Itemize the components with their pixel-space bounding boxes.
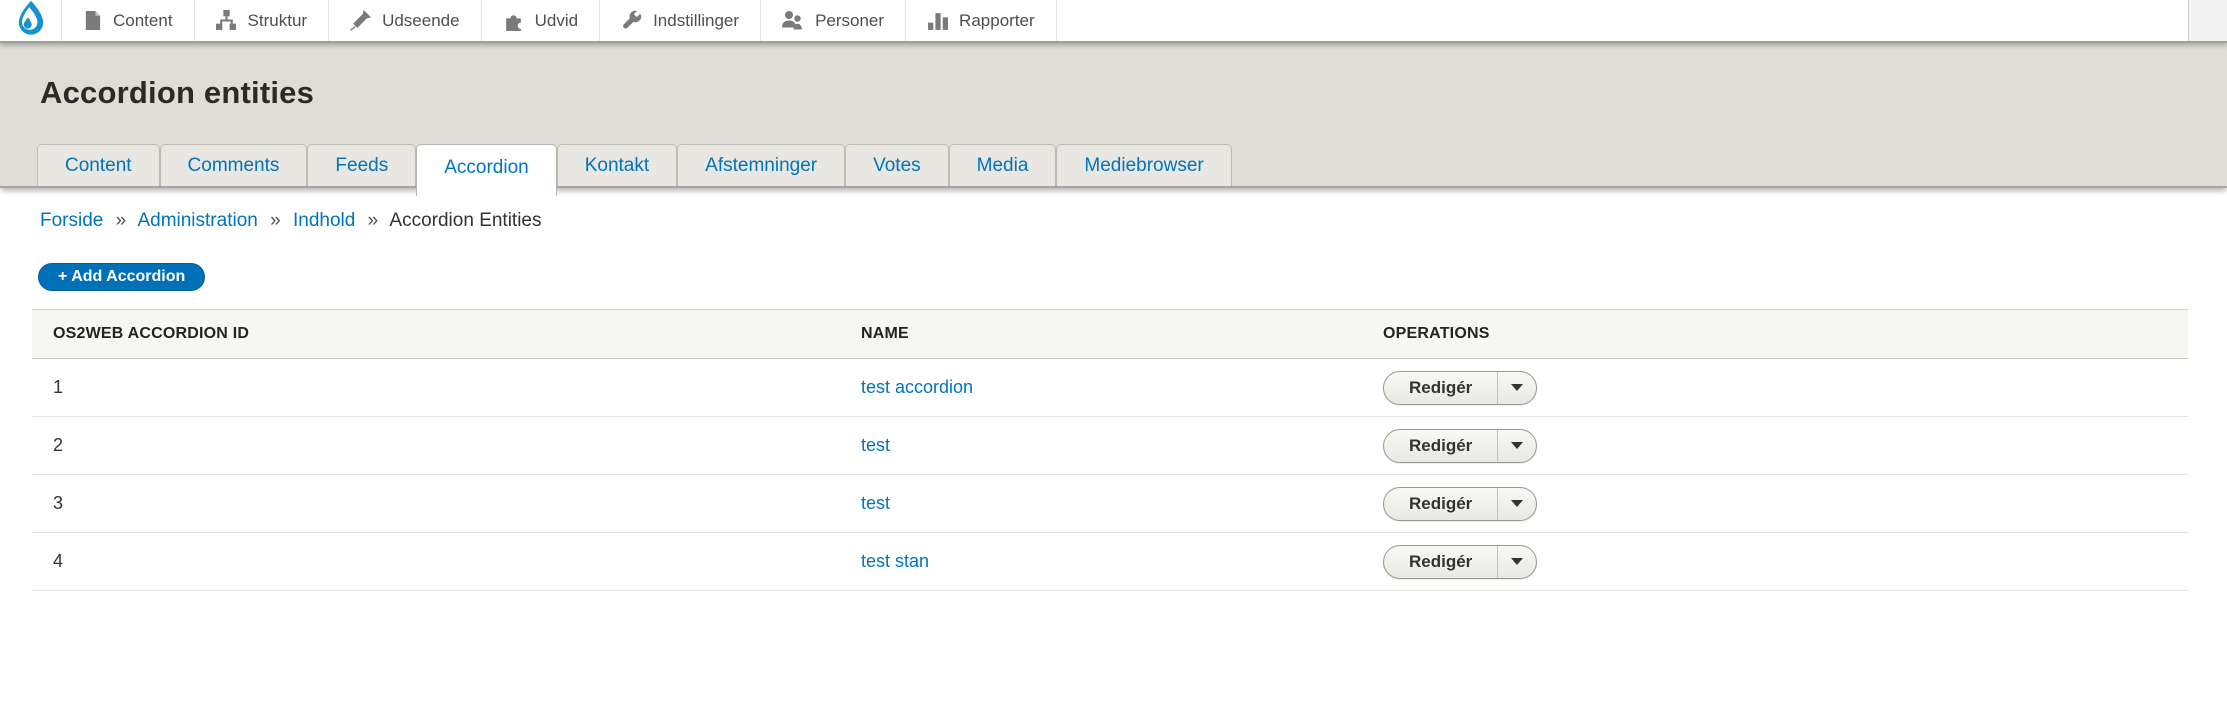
breadcrumb-separator: »: [368, 210, 379, 231]
toolbar-item-rapporter[interactable]: Rapporter: [906, 0, 1057, 41]
users-icon: [782, 10, 804, 31]
dropdown-toggle-button[interactable]: [1498, 372, 1536, 404]
scrollbar-track[interactable]: [2188, 0, 2227, 41]
rediger-button[interactable]: Redigér: [1384, 372, 1498, 404]
toolbar-item-label: Rapporter: [959, 11, 1035, 31]
table-row: 2 test Redigér: [32, 417, 2188, 475]
tab-content[interactable]: Content: [37, 144, 160, 186]
toolbar-item-label: Udvid: [535, 11, 578, 31]
toolbar-item-content[interactable]: Content: [62, 0, 195, 41]
page-title: Accordion entities: [0, 43, 2227, 111]
bar-chart-icon: [927, 10, 948, 31]
toolbar-item-struktur[interactable]: Struktur: [195, 0, 330, 41]
accordion-name-link[interactable]: test stan: [861, 551, 929, 571]
caret-down-icon: [1511, 442, 1523, 449]
operations-dropbutton: Redigér: [1383, 487, 1537, 521]
tab-afstemninger[interactable]: Afstemninger: [677, 144, 845, 186]
accordion-name-link[interactable]: test: [861, 493, 890, 513]
toolbar-item-label: Personer: [815, 11, 884, 31]
toolbar-item-label: Udseende: [382, 11, 460, 31]
sitemap-icon: [216, 10, 237, 31]
toolbar-item-udvid[interactable]: Udvid: [482, 0, 600, 41]
breadcrumb-separator: »: [116, 210, 127, 231]
table-row: 4 test stan Redigér: [32, 533, 2188, 591]
puzzle-icon: [503, 10, 524, 31]
operations-dropbutton: Redigér: [1383, 429, 1537, 463]
wrench-icon: [621, 10, 642, 31]
add-accordion-button[interactable]: + Add Accordion: [38, 263, 205, 291]
caret-down-icon: [1511, 500, 1523, 507]
breadcrumb-current: Accordion Entities: [389, 210, 541, 231]
column-header-name: NAME: [840, 310, 1362, 359]
toolbar-item-indstillinger[interactable]: Indstillinger: [600, 0, 761, 41]
table-row: 1 test accordion Redigér: [32, 359, 2188, 417]
rediger-button[interactable]: Redigér: [1384, 488, 1498, 520]
tab-media[interactable]: Media: [949, 144, 1057, 186]
rediger-button[interactable]: Redigér: [1384, 430, 1498, 462]
column-header-operations: OPERATIONS: [1362, 310, 2188, 359]
toolbar-item-udseende[interactable]: Udseende: [329, 0, 482, 41]
tab-kontakt[interactable]: Kontakt: [557, 144, 677, 186]
paintbrush-icon: [350, 10, 371, 31]
caret-down-icon: [1511, 384, 1523, 391]
breadcrumb-link-forside[interactable]: Forside: [40, 210, 103, 231]
dropdown-toggle-button[interactable]: [1498, 488, 1536, 520]
tab-feeds[interactable]: Feeds: [307, 144, 416, 186]
toolbar-item-label: Indstillinger: [653, 11, 739, 31]
column-header-id: OS2WEB ACCORDION ID: [32, 310, 840, 359]
accordion-id-cell: 4: [32, 533, 840, 591]
admin-toolbar: Content Struktur Udseende Udvid Indstill…: [0, 0, 2227, 43]
file-icon: [83, 10, 102, 31]
accordion-name-link[interactable]: test accordion: [861, 377, 973, 397]
table-row: 3 test Redigér: [32, 475, 2188, 533]
drupal-home-button[interactable]: [0, 0, 62, 41]
rediger-button[interactable]: Redigér: [1384, 546, 1498, 578]
breadcrumb-separator: »: [270, 210, 281, 231]
accordion-name-link[interactable]: test: [861, 435, 890, 455]
tab-votes[interactable]: Votes: [845, 144, 949, 186]
toolbar-item-label: Struktur: [248, 11, 308, 31]
tab-bar: Content Comments Feeds Accordion Kontakt…: [37, 144, 1232, 186]
accordion-id-cell: 1: [32, 359, 840, 417]
breadcrumb-link-indhold[interactable]: Indhold: [293, 210, 355, 231]
accordion-id-cell: 2: [32, 417, 840, 475]
breadcrumb-link-administration[interactable]: Administration: [137, 210, 257, 231]
tab-mediebrowser[interactable]: Mediebrowser: [1056, 144, 1231, 186]
drupal-logo-icon: [13, 0, 49, 42]
page-header-band: Accordion entities Content Comments Feed…: [0, 43, 2227, 188]
dropdown-toggle-button[interactable]: [1498, 546, 1536, 578]
tab-comments[interactable]: Comments: [160, 144, 308, 186]
toolbar-item-label: Content: [113, 11, 173, 31]
operations-dropbutton: Redigér: [1383, 545, 1537, 579]
toolbar-menu: Content Struktur Udseende Udvid Indstill…: [62, 0, 1057, 41]
dropdown-toggle-button[interactable]: [1498, 430, 1536, 462]
caret-down-icon: [1511, 558, 1523, 565]
main-content: Forside » Administration » Indhold » Acc…: [0, 210, 2227, 591]
toolbar-item-personer[interactable]: Personer: [761, 0, 906, 41]
accordion-id-cell: 3: [32, 475, 840, 533]
operations-dropbutton: Redigér: [1383, 371, 1537, 405]
table-header-row: OS2WEB ACCORDION ID NAME OPERATIONS: [32, 310, 2188, 359]
accordion-entities-table: OS2WEB ACCORDION ID NAME OPERATIONS 1 te…: [32, 309, 2188, 591]
breadcrumb: Forside » Administration » Indhold » Acc…: [40, 210, 2227, 232]
tab-accordion[interactable]: Accordion: [416, 144, 557, 196]
